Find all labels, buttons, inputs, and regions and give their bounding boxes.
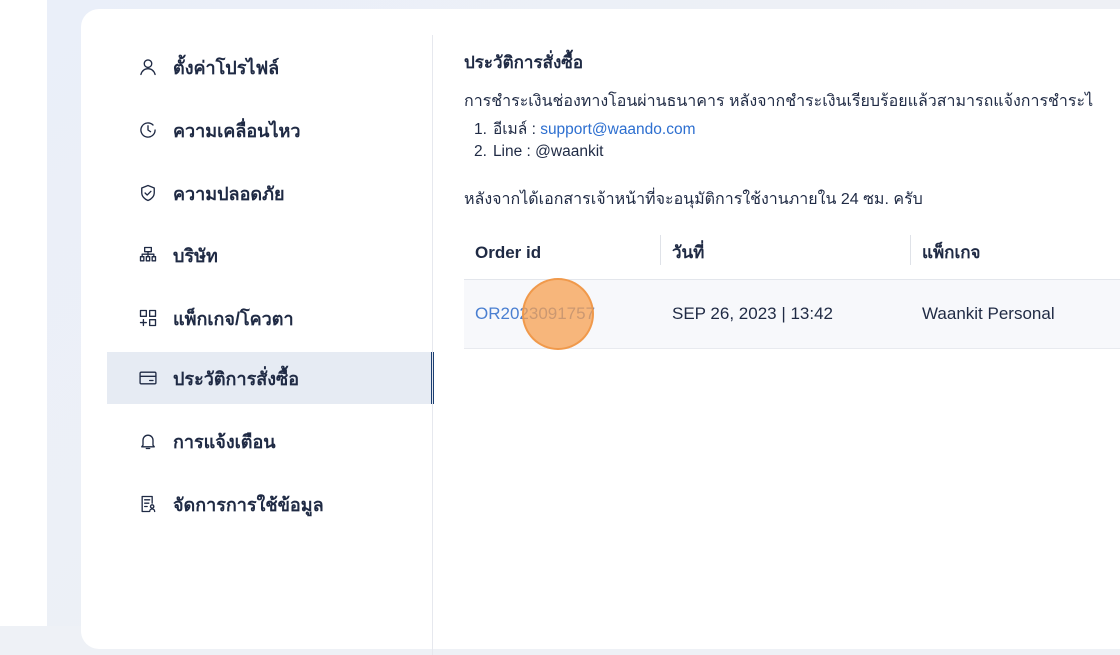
column-header-date: วันที่ <box>672 243 705 262</box>
sidebar-item-notifications[interactable]: การแจ้งเตือน <box>107 415 433 467</box>
approval-note: หลังจากได้เอกสารเจ้าหน้าที่จะอนุมัติการใ… <box>464 191 923 208</box>
sidebar-item-profile[interactable]: ตั้งค่าโปรไฟล์ <box>107 41 433 93</box>
bell-icon <box>137 430 159 452</box>
column-header-package: แพ็กเกจ <box>922 243 981 262</box>
clock-icon <box>137 119 159 141</box>
sidebar-item-label: ความเคลื่อนไหว <box>173 120 301 141</box>
list-number: 1. <box>474 121 487 138</box>
order-package: Waankit Personal <box>922 304 1055 323</box>
column-separator <box>660 235 661 265</box>
left-panel-edge <box>0 0 47 626</box>
sidebar-item-activity[interactable]: ความเคลื่อนไหว <box>107 104 433 156</box>
sidebar-item-label: ประวัติการสั่งซื้อ <box>173 368 300 389</box>
sidebar-item-company[interactable]: บริษัท <box>107 229 433 281</box>
sidebar-item-label: จัดการการใช้ข้อมูล <box>173 494 324 515</box>
sidebar-item-label: แพ็กเกจ/โควตา <box>173 308 294 329</box>
page-title: ประวัติการสั่งซื้อ <box>464 53 584 72</box>
support-email-link[interactable]: support@waando.com <box>540 121 695 138</box>
contact-label: อีเมล์ : <box>492 121 541 138</box>
shield-check-icon <box>137 182 159 204</box>
sidebar-item-package-quota[interactable]: แพ็กเกจ/โควตา <box>107 292 433 344</box>
org-chart-icon <box>137 244 159 266</box>
click-indicator <box>522 278 594 350</box>
contact-email: 1. อีเมล์ : support@waando.com <box>474 116 696 141</box>
document-user-icon <box>137 493 159 515</box>
sidebar-item-order-history[interactable]: ประวัติการสั่งซื้อ <box>107 352 434 404</box>
line-id: @waankit <box>535 143 604 160</box>
sidebar-divider <box>432 35 433 655</box>
sidebar-item-security[interactable]: ความปลอดภัย <box>107 167 433 219</box>
settings-card: ตั้งค่าโปรไฟล์ ความเคลื่อนไหว ความปลอดภั… <box>81 9 1120 655</box>
sidebar-item-label: การแจ้งเตือน <box>173 431 276 452</box>
settings-sidebar: ตั้งค่าโปรไฟล์ ความเคลื่อนไหว ความปลอดภั… <box>81 9 434 649</box>
order-date: SEP 26, 2023 | 13:42 <box>672 304 834 323</box>
sidebar-item-label: บริษัท <box>173 245 218 266</box>
contact-label: Line : <box>492 143 536 160</box>
column-header-order-id: Order id <box>475 242 542 262</box>
payment-instructions: การชำระเงินช่องทางโอนผ่านธนาคาร หลังจากช… <box>464 93 1094 110</box>
sidebar-item-label: ความปลอดภัย <box>173 183 285 204</box>
table-header: Order id วันที่ แพ็กเกจ <box>464 226 1120 280</box>
contact-line: 2. Line : @waankit <box>474 143 603 161</box>
package-grid-icon <box>137 307 159 329</box>
column-separator <box>910 235 911 265</box>
sidebar-item-label: ตั้งค่าโปรไฟล์ <box>173 57 280 78</box>
sidebar-item-data-usage[interactable]: จัดการการใช้ข้อมูล <box>107 478 433 530</box>
credit-card-icon <box>137 367 159 389</box>
user-icon <box>137 56 159 78</box>
list-number: 2. <box>474 143 487 160</box>
